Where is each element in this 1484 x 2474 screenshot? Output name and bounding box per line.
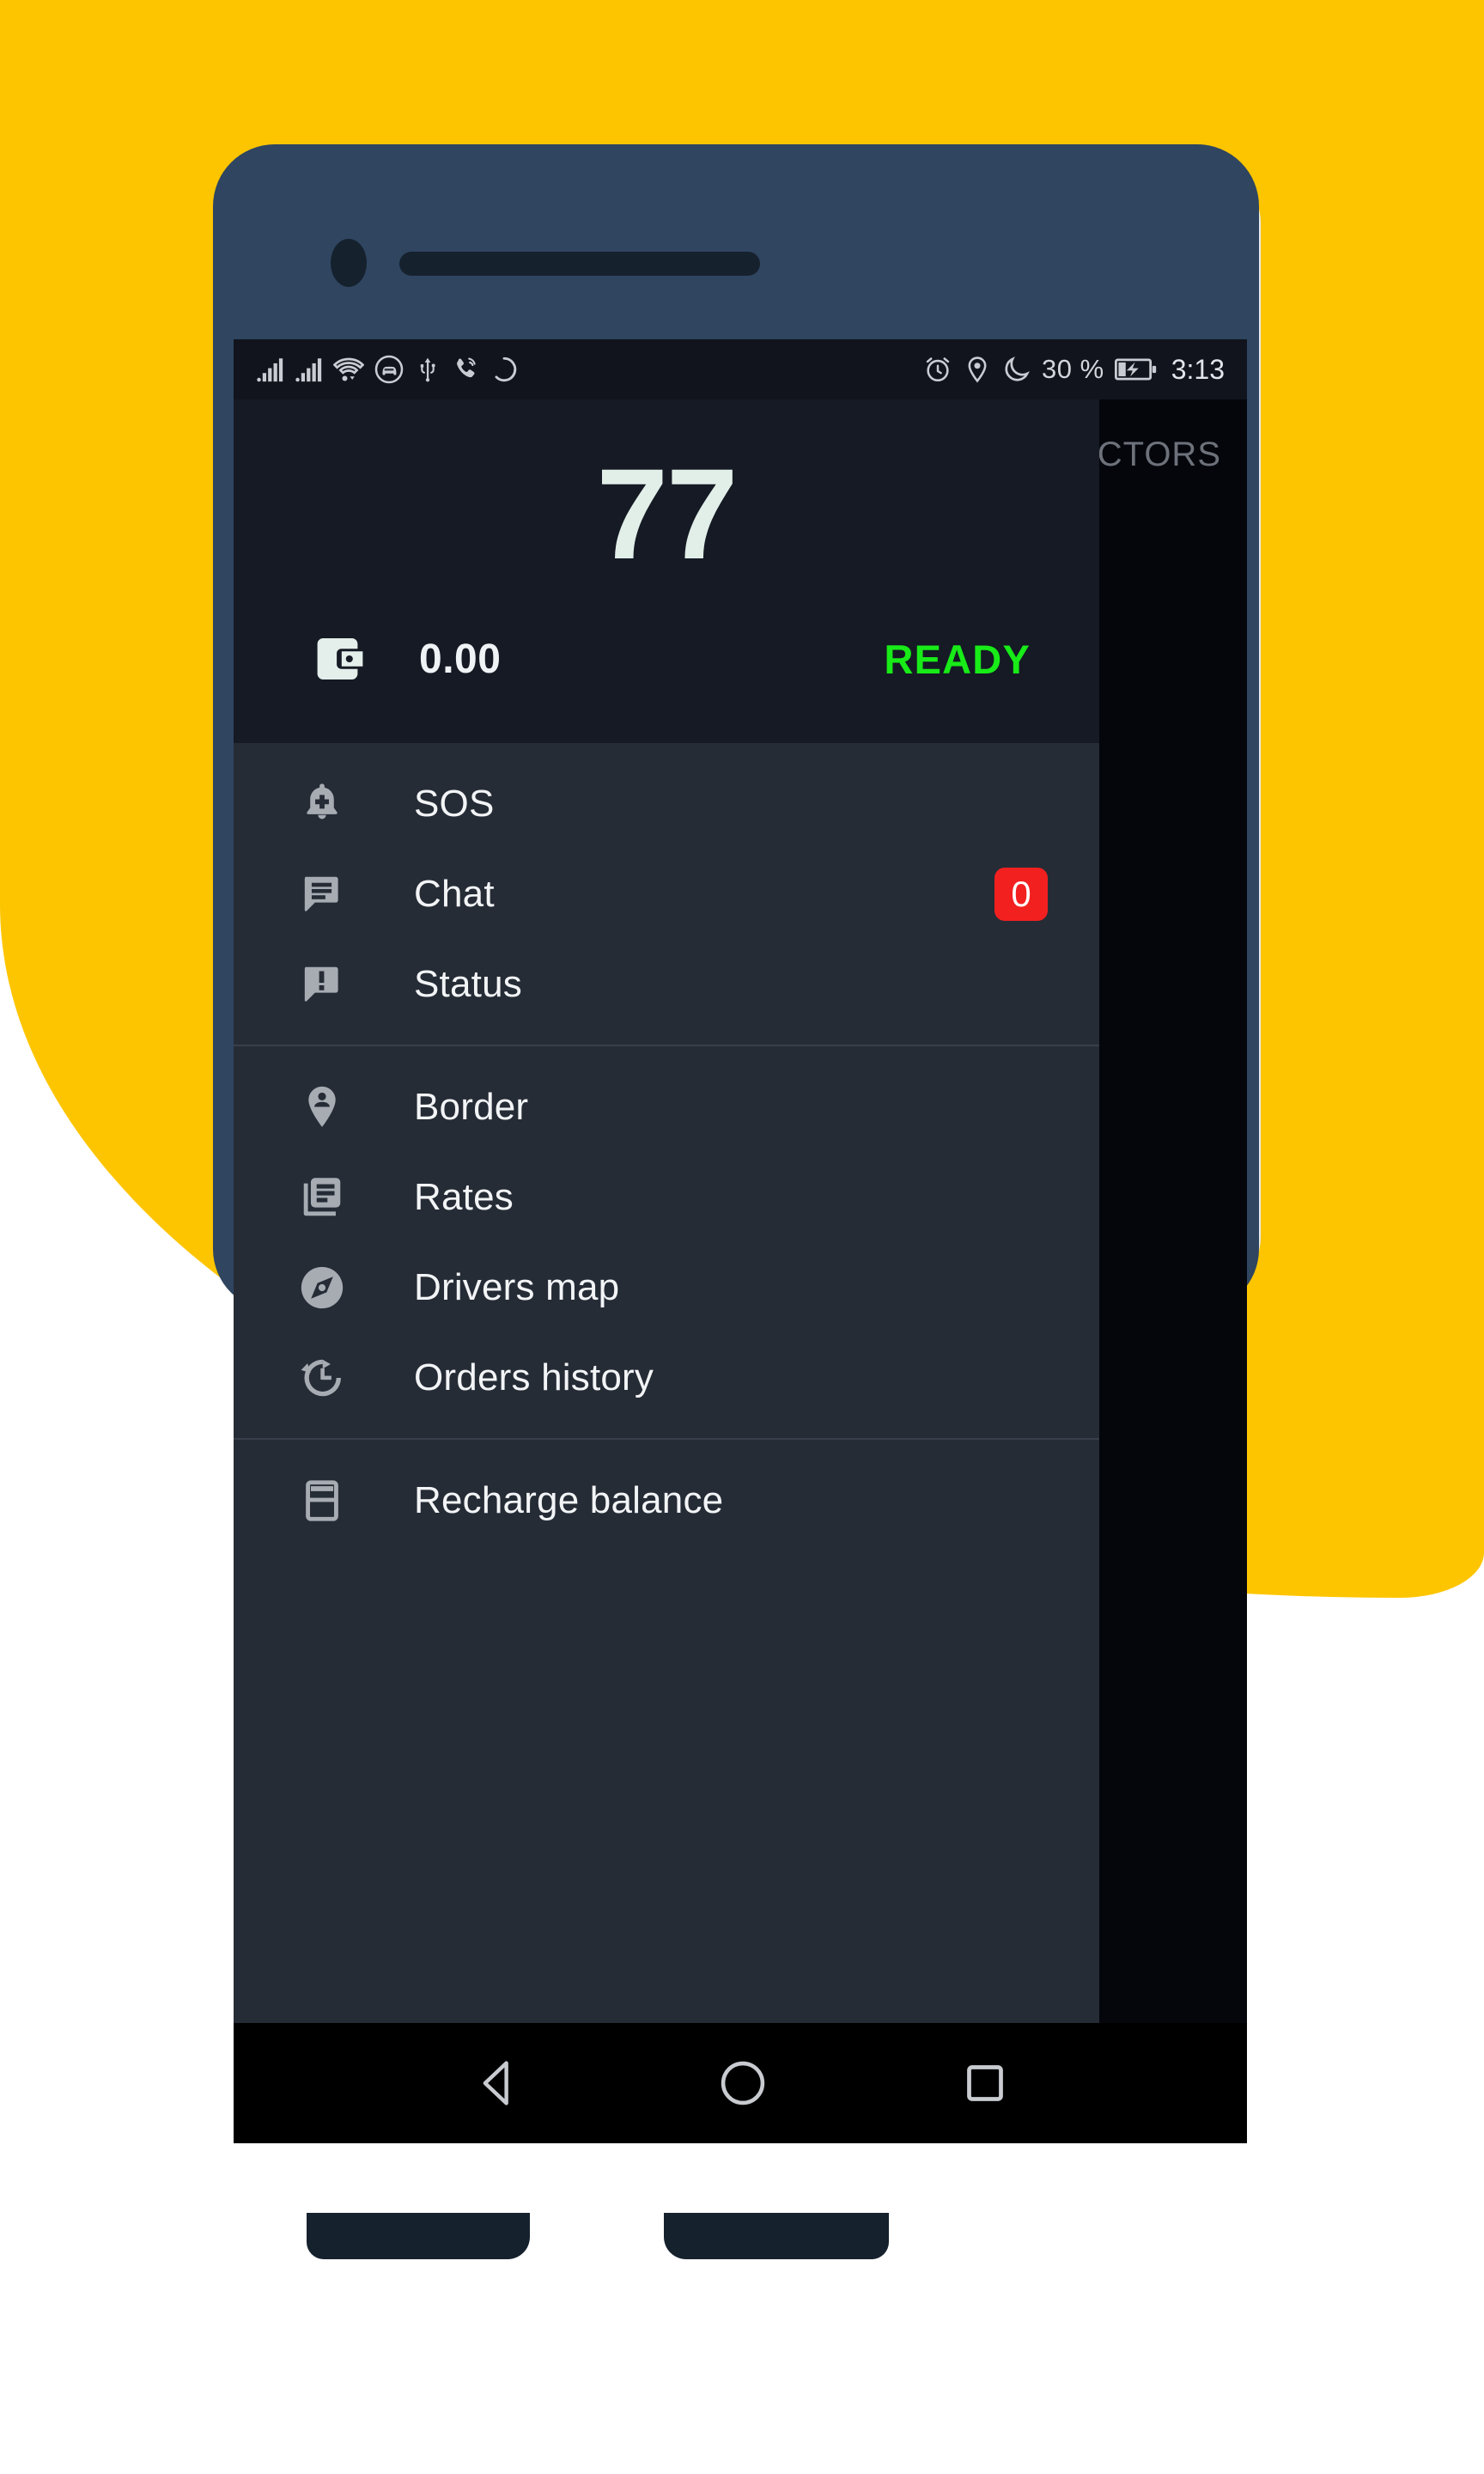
menu-group-2: Border Rates Drivers map Orders history bbox=[234, 1045, 1099, 1438]
battery-charging-icon bbox=[1114, 356, 1158, 383]
location-icon bbox=[963, 355, 992, 384]
compass-explore-icon bbox=[295, 1261, 349, 1314]
status-bar-right-icons: 30 % 3:13 bbox=[923, 354, 1225, 386]
android-status-bar: 30 % 3:13 bbox=[234, 339, 1247, 399]
menu-item-label: Border bbox=[414, 1085, 529, 1128]
car-mode-icon bbox=[374, 354, 404, 385]
alarm-icon bbox=[923, 355, 952, 384]
menu-group-3: Recharge balance bbox=[234, 1438, 1099, 1561]
menu-item-border[interactable]: Border bbox=[234, 1062, 1099, 1152]
android-recents-icon[interactable] bbox=[959, 2057, 1011, 2109]
signal-bars-sim1-icon bbox=[256, 355, 285, 384]
menu-item-label: Status bbox=[414, 962, 522, 1005]
menu-item-rates[interactable]: Rates bbox=[234, 1152, 1099, 1242]
screenshot-stage: 30 % 3:13 CTORS 77 0.00 READY SOS Chat 0… bbox=[0, 0, 1484, 2474]
menu-item-label: Drivers map bbox=[414, 1265, 620, 1308]
sync-icon bbox=[490, 355, 519, 384]
call-forward-icon bbox=[451, 355, 480, 384]
wallet-row[interactable]: 0.00 READY bbox=[234, 628, 1099, 690]
menu-item-chat[interactable]: Chat 0 bbox=[234, 849, 1099, 939]
do-not-disturb-moon-icon bbox=[1002, 355, 1031, 384]
menu-item-orders-history[interactable]: Orders history bbox=[234, 1332, 1099, 1423]
usb-icon bbox=[414, 356, 441, 383]
menu-item-label: Chat bbox=[414, 872, 495, 915]
menu-item-sos[interactable]: SOS bbox=[234, 759, 1099, 849]
chat-unread-badge: 0 bbox=[994, 867, 1048, 921]
status-announcement-icon bbox=[295, 958, 349, 1011]
driver-counter: 77 bbox=[596, 442, 739, 586]
background-title-fragment: CTORS bbox=[1097, 436, 1221, 473]
phone-bottom-pad-right bbox=[664, 2213, 889, 2259]
status-badge: READY bbox=[884, 636, 1031, 682]
wallet-icon bbox=[309, 628, 371, 690]
menu-item-status[interactable]: Status bbox=[234, 939, 1099, 1029]
clock-label: 3:13 bbox=[1171, 353, 1225, 385]
history-clock-icon bbox=[295, 1351, 349, 1405]
phone-screen: 30 % 3:13 CTORS 77 0.00 READY SOS Chat 0… bbox=[234, 339, 1247, 2143]
balance-amount: 0.00 bbox=[419, 636, 502, 682]
status-bar-left-icons bbox=[256, 354, 519, 385]
menu-item-recharge-balance[interactable]: Recharge balance bbox=[234, 1455, 1099, 1545]
chat-bubble-icon bbox=[295, 868, 349, 921]
menu-item-label: Orders history bbox=[414, 1356, 654, 1398]
menu-group-1: SOS Chat 0 Status bbox=[234, 743, 1099, 1045]
front-camera-icon bbox=[331, 239, 367, 287]
rates-list-icon bbox=[295, 1171, 349, 1224]
battery-percentage-label: 30 % bbox=[1042, 354, 1104, 384]
location-pin-person-icon bbox=[295, 1081, 349, 1134]
drawer-header: 77 0.00 READY bbox=[234, 399, 1099, 743]
phone-bottom-pad-left bbox=[307, 2213, 530, 2259]
signal-bars-sim2-icon bbox=[295, 355, 324, 384]
menu-item-label: Recharge balance bbox=[414, 1478, 724, 1521]
credit-card-icon bbox=[295, 1474, 349, 1527]
menu-item-drivers-map[interactable]: Drivers map bbox=[234, 1242, 1099, 1332]
menu-item-label: Rates bbox=[414, 1175, 514, 1218]
android-navigation-bar bbox=[234, 2023, 1247, 2143]
navigation-drawer: 77 0.00 READY SOS Chat 0 Status Border R… bbox=[234, 399, 1099, 2083]
earpiece-speaker-icon bbox=[399, 252, 760, 276]
menu-item-label: SOS bbox=[414, 782, 495, 825]
add-alert-bell-icon bbox=[295, 777, 349, 831]
android-back-icon[interactable] bbox=[470, 2055, 526, 2111]
wifi-icon bbox=[333, 354, 364, 385]
android-home-icon[interactable] bbox=[715, 2056, 770, 2111]
